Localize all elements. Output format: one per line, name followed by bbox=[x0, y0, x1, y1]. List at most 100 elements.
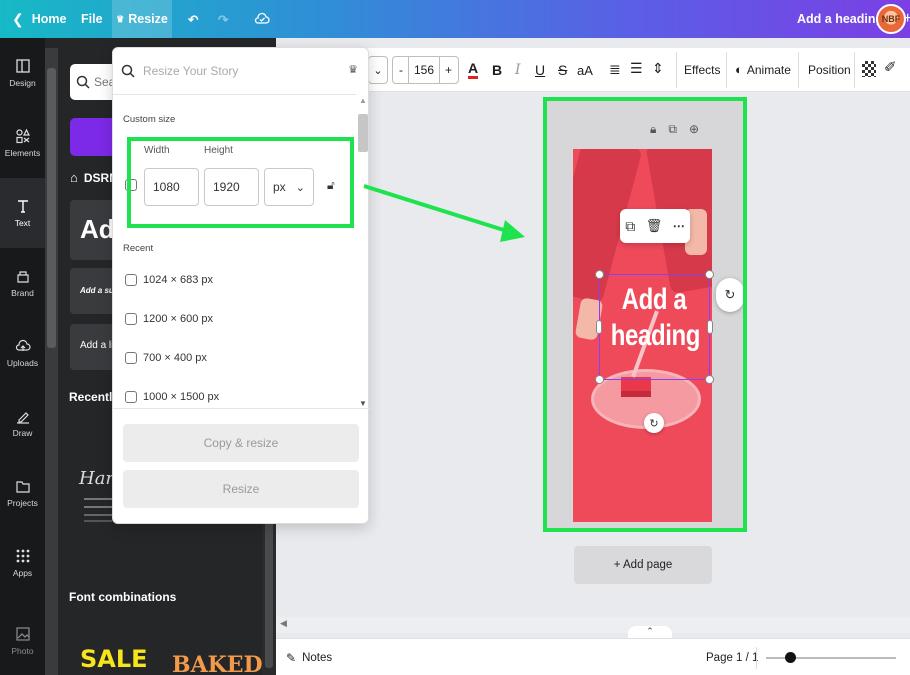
font-size-increase-button[interactable]: + bbox=[445, 63, 452, 77]
home-button[interactable]: ❮ Home bbox=[12, 0, 66, 38]
copy-style-button[interactable]: ✐ bbox=[884, 58, 897, 76]
document-title[interactable]: Add a heading bbox=[797, 0, 883, 38]
crown-icon: ♛ bbox=[348, 64, 358, 76]
undo-icon: ↶ bbox=[188, 12, 199, 27]
recent-size-item[interactable]: 700 × 400 px bbox=[125, 352, 207, 364]
brand-icon bbox=[16, 271, 29, 283]
list-button[interactable]: ☰ bbox=[630, 60, 643, 77]
template-lines bbox=[84, 498, 112, 500]
rail-label-elements: Elements bbox=[4, 148, 41, 158]
search-icon bbox=[76, 75, 90, 89]
resize-button[interactable]: ♛ Resize bbox=[112, 0, 172, 38]
scroll-left-icon[interactable]: ◀ bbox=[280, 618, 287, 629]
rail-label-apps: Apps bbox=[12, 568, 33, 578]
animate-button[interactable]: ◐ Animate bbox=[735, 62, 791, 77]
underline-button[interactable]: U bbox=[535, 62, 545, 78]
spacing-button[interactable]: ⇕ bbox=[652, 60, 664, 77]
divider bbox=[726, 52, 727, 88]
search-icon bbox=[121, 64, 135, 78]
rail-item-uploads[interactable]: Uploads bbox=[0, 318, 45, 388]
scroll-down-icon[interactable]: ▼ bbox=[359, 399, 367, 408]
recent-size-item[interactable]: 1000 × 1500 px bbox=[125, 391, 219, 403]
zoom-slider-knob[interactable] bbox=[785, 652, 796, 663]
resize-popup-scrollbar[interactable]: ▲ ▼ bbox=[357, 96, 369, 408]
divider bbox=[676, 52, 677, 88]
font-size-input[interactable]: 156 bbox=[414, 63, 434, 77]
top-bar: ❮ Home File ♛ Resize ↶ ↷ Add a heading bbox=[0, 0, 910, 38]
notes-label: Notes bbox=[302, 651, 333, 664]
scroll-up-icon[interactable]: ▲ bbox=[359, 96, 367, 105]
position-button[interactable]: Position bbox=[808, 63, 851, 77]
transparency-icon[interactable] bbox=[862, 61, 876, 77]
paint-roller-icon: ✐ bbox=[884, 59, 897, 76]
rail-label-text: Text bbox=[14, 218, 31, 228]
undo-button[interactable]: ↶ bbox=[188, 0, 198, 38]
recent-size-checkbox[interactable] bbox=[125, 313, 137, 325]
avatar[interactable]: NBF bbox=[876, 4, 906, 34]
font-size-stepper[interactable]: - 156 + bbox=[392, 56, 459, 84]
text-color-button[interactable]: A bbox=[468, 60, 479, 79]
recent-size-item[interactable]: 1200 × 600 px bbox=[125, 313, 213, 325]
animate-label: Animate bbox=[746, 62, 791, 77]
add-page-button[interactable]: + Add page bbox=[574, 546, 712, 584]
photo-icon bbox=[15, 626, 30, 641]
letter-case-button[interactable]: aA bbox=[577, 63, 593, 78]
panel-scroll-thumb[interactable] bbox=[47, 68, 56, 348]
rail-label-draw: Draw bbox=[12, 428, 33, 438]
resize-confirm-button[interactable]: Resize bbox=[123, 470, 359, 508]
left-rail: Design Elements Text Brand Uploads Draw … bbox=[0, 38, 45, 675]
bold-button[interactable]: B bbox=[492, 62, 502, 78]
spacing-icon: ⇕ bbox=[652, 60, 664, 76]
draw-icon bbox=[16, 412, 29, 424]
recent-size-item[interactable]: 1024 × 683 px bbox=[125, 274, 213, 286]
rail-item-projects[interactable]: Projects bbox=[0, 458, 45, 528]
rail-item-design[interactable]: Design bbox=[0, 38, 45, 108]
projects-icon bbox=[15, 481, 30, 493]
rail-item-brand[interactable]: Brand bbox=[0, 248, 45, 318]
resize-search-input[interactable]: Resize Your Story bbox=[121, 58, 361, 84]
redo-icon: ↷ bbox=[218, 12, 229, 27]
custom-size-label: Custom size bbox=[123, 114, 176, 125]
elements-icon bbox=[15, 128, 30, 144]
rail-item-elements[interactable]: Elements bbox=[0, 108, 45, 178]
recent-font-template[interactable]: Hand bbox=[72, 450, 129, 530]
rail-label-photo: Photo bbox=[11, 645, 34, 656]
italic-button[interactable]: I bbox=[515, 62, 521, 78]
font-combo-sale[interactable]: SALE bbox=[80, 645, 148, 673]
strikethrough-button[interactable]: S bbox=[558, 62, 567, 78]
rail-item-photo[interactable]: Photo bbox=[0, 606, 45, 675]
copy-and-resize-button[interactable]: Copy & resize bbox=[123, 424, 359, 462]
horizontal-scrollbar[interactable]: ◀ bbox=[276, 617, 910, 633]
recent-size-checkbox[interactable] bbox=[125, 391, 137, 403]
recent-size-checkbox[interactable] bbox=[125, 274, 137, 286]
rail-item-text[interactable]: Text bbox=[0, 178, 45, 248]
design-icon bbox=[15, 59, 30, 73]
divider bbox=[798, 52, 799, 88]
panel-scrollbar[interactable] bbox=[45, 48, 58, 675]
font-dropdown-button[interactable]: ⌄ bbox=[368, 56, 388, 84]
rail-item-draw[interactable]: Draw bbox=[0, 388, 45, 458]
recent-size-label: 1000 × 1500 px bbox=[143, 391, 220, 403]
resize-popup: Resize Your Story ♛ Custom size Width He… bbox=[112, 47, 370, 524]
effects-button[interactable]: Effects bbox=[684, 63, 720, 77]
notes-button[interactable]: ✎ Notes bbox=[286, 639, 332, 675]
resize-popup-scroll-thumb[interactable] bbox=[358, 114, 368, 152]
page-indicator[interactable]: Page 1 / 1 bbox=[706, 639, 758, 675]
bottom-bar: ✎ Notes Page 1 / 1 bbox=[276, 638, 910, 675]
plus-icon[interactable]: + bbox=[903, 10, 910, 28]
recent-size-checkbox[interactable] bbox=[125, 352, 137, 364]
rail-item-apps[interactable]: Apps bbox=[0, 528, 45, 598]
align-center-button[interactable]: ≣ bbox=[609, 61, 621, 78]
font-size-decrease-button[interactable]: - bbox=[399, 63, 403, 77]
resize-search-placeholder: Resize Your Story bbox=[143, 64, 239, 78]
file-menu-button[interactable]: File bbox=[81, 0, 103, 38]
text-icon bbox=[17, 200, 28, 213]
chevron-left-icon: ❮ bbox=[12, 10, 24, 27]
save-status-button[interactable] bbox=[254, 0, 270, 38]
redo-button[interactable]: ↷ bbox=[218, 0, 228, 38]
font-combo-baked[interactable]: BAKED bbox=[172, 652, 263, 675]
divider bbox=[113, 94, 356, 95]
recent-size-label: 700 × 400 px bbox=[143, 352, 207, 364]
recently-used-heading: Recently u bbox=[69, 390, 114, 404]
home-label: Home bbox=[31, 12, 67, 26]
